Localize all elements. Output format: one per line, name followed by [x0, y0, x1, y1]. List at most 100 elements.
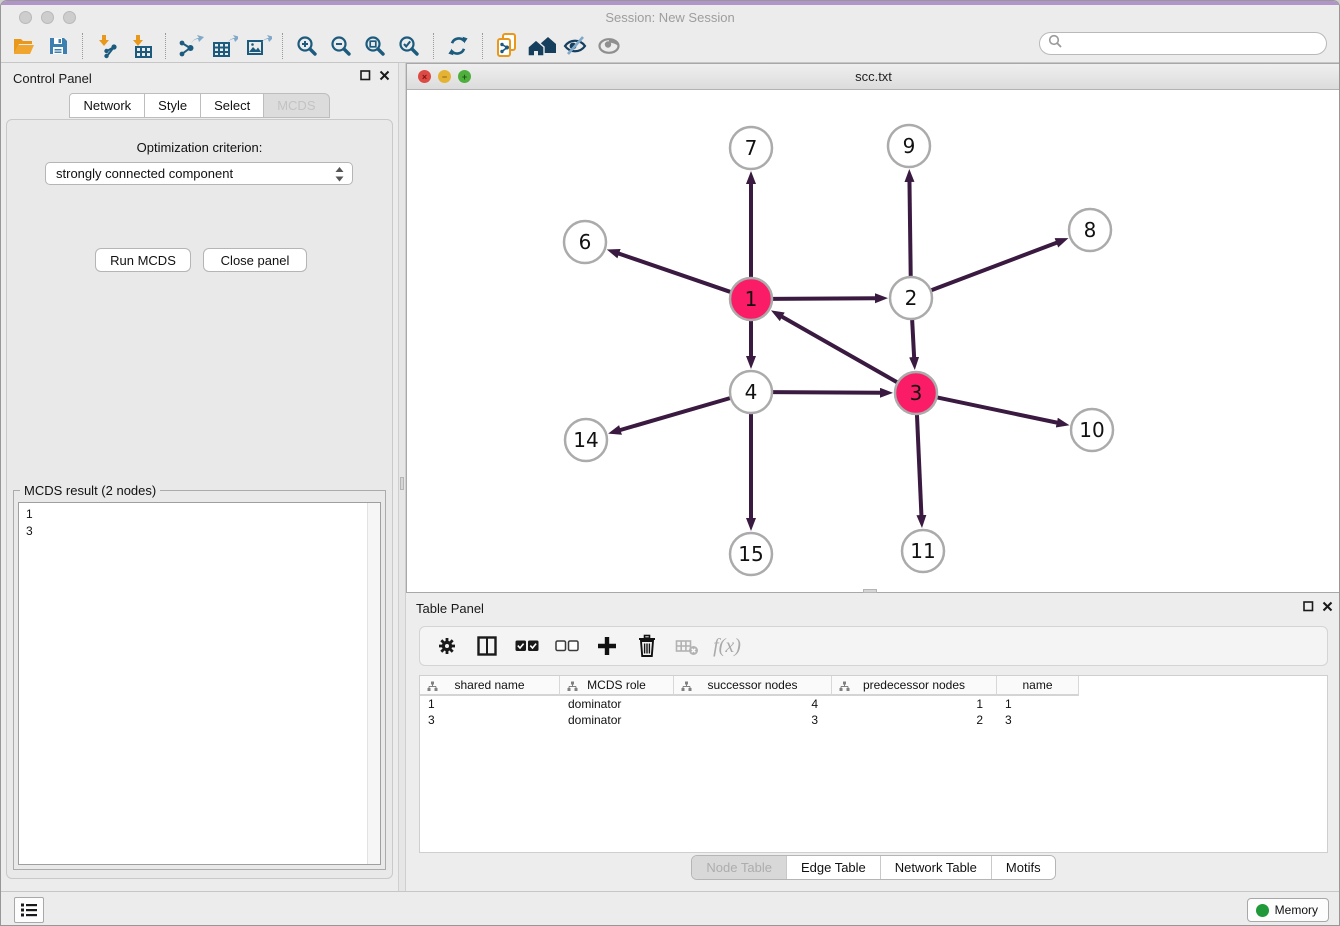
- graph-edge-1-6[interactable]: [617, 253, 731, 292]
- graph-edge-3-10[interactable]: [937, 397, 1059, 423]
- toolbar-separator: [482, 33, 483, 59]
- column-header-MCDS-role[interactable]: MCDS role: [560, 676, 674, 696]
- control-panel-tabbar: NetworkStyleSelectMCDS: [1, 93, 398, 118]
- task-history-button[interactable]: [14, 897, 44, 923]
- graph-node-label: 15: [738, 542, 763, 566]
- window-title: Session: New Session: [1, 10, 1339, 25]
- delete-table-icon[interactable]: [670, 630, 704, 662]
- table-cell[interactable]: 3: [674, 712, 832, 728]
- hide-graphics-details-icon[interactable]: [558, 32, 592, 60]
- tab-mcds[interactable]: MCDS: [264, 93, 329, 118]
- delete-row-icon[interactable]: [630, 630, 664, 662]
- float-table-panel-icon[interactable]: [1303, 601, 1314, 612]
- column-header-predecessor-nodes[interactable]: predecessor nodes: [832, 676, 997, 696]
- table-cell[interactable]: 1: [420, 696, 560, 712]
- table-cell[interactable]: 1: [997, 696, 1079, 712]
- export-image-icon[interactable]: [241, 32, 275, 60]
- graph-edge-4-14[interactable]: [619, 398, 731, 431]
- mcds-result-text[interactable]: 1 3: [18, 502, 381, 865]
- graph-node-label: 9: [903, 134, 916, 158]
- table-cell[interactable]: dominator: [560, 712, 674, 728]
- table-cell[interactable]: 3: [420, 712, 560, 728]
- table-cell[interactable]: 2: [832, 712, 997, 728]
- vertical-splitter[interactable]: [398, 63, 406, 891]
- table-cell[interactable]: 3: [997, 712, 1079, 728]
- save-session-icon[interactable]: [41, 32, 75, 60]
- tab-edge-table[interactable]: Edge Table: [786, 856, 880, 879]
- close-panel-icon[interactable]: [379, 70, 390, 81]
- toolbar-separator: [82, 33, 83, 59]
- show-columns-icon[interactable]: [470, 630, 504, 662]
- network-window-titlebar: × − + scc.txt: [407, 64, 1340, 90]
- network-window-title: scc.txt: [407, 69, 1340, 84]
- memory-button[interactable]: Memory: [1247, 898, 1329, 922]
- node-table[interactable]: shared nameMCDS rolesuccessor nodesprede…: [419, 675, 1328, 853]
- control-panel-title: Control Panel: [13, 71, 92, 86]
- run-mcds-button[interactable]: Run MCDS: [95, 248, 191, 272]
- graph-node-label: 11: [910, 539, 935, 563]
- tab-network-table[interactable]: Network Table: [880, 856, 991, 879]
- tab-network[interactable]: Network: [69, 93, 145, 118]
- graph-edge-1-2[interactable]: [772, 298, 877, 299]
- control-panel-header: Control Panel: [1, 63, 398, 91]
- select-all-checkboxes-icon[interactable]: [510, 630, 544, 662]
- refresh-icon[interactable]: [441, 32, 475, 60]
- home-view-icon[interactable]: [524, 32, 558, 60]
- deselect-all-checkboxes-icon[interactable]: [550, 630, 584, 662]
- close-table-panel-icon[interactable]: [1322, 601, 1333, 612]
- import-network-icon[interactable]: [90, 32, 124, 60]
- splitter-grip[interactable]: [400, 477, 404, 490]
- tab-node-table[interactable]: Node Table: [692, 856, 786, 879]
- zoom-selected-icon[interactable]: [392, 32, 426, 60]
- main-toolbar: [1, 29, 1339, 63]
- table-row[interactable]: 1dominator411: [420, 696, 1327, 712]
- table-options-icon[interactable]: [430, 630, 464, 662]
- search-field[interactable]: [1039, 32, 1327, 55]
- toolbar-separator: [165, 33, 166, 59]
- zoom-out-icon[interactable]: [324, 32, 358, 60]
- tab-select[interactable]: Select: [201, 93, 264, 118]
- float-panel-icon[interactable]: [360, 70, 371, 81]
- graph-node-label: 6: [579, 230, 592, 254]
- graph-edge-2-3[interactable]: [912, 319, 914, 359]
- application-window: Session: New Session: [0, 0, 1340, 926]
- table-cell[interactable]: 1: [832, 696, 997, 712]
- hierarchy-icon: [681, 681, 692, 695]
- search-input[interactable]: [1067, 37, 1326, 51]
- import-table-icon[interactable]: [124, 32, 158, 60]
- table-row[interactable]: 3dominator323: [420, 712, 1327, 728]
- graph-node-label: 1: [745, 287, 758, 311]
- add-row-icon[interactable]: [590, 630, 624, 662]
- table-cell[interactable]: 4: [674, 696, 832, 712]
- graph-edge-4-3[interactable]: [772, 392, 882, 393]
- graph-edge-2-8[interactable]: [931, 242, 1059, 290]
- column-header-shared-name[interactable]: shared name: [420, 676, 560, 696]
- table-cell[interactable]: dominator: [560, 696, 674, 712]
- network-canvas[interactable]: 7968124314101511: [407, 90, 1340, 592]
- toolbar-separator: [282, 33, 283, 59]
- export-network-icon[interactable]: [173, 32, 207, 60]
- tab-style[interactable]: Style: [145, 93, 201, 118]
- clone-network-icon[interactable]: [490, 32, 524, 60]
- mcds-result-group: MCDS result (2 nodes) 1 3: [13, 490, 386, 870]
- node-table-body: 1dominator4113dominator323: [420, 696, 1327, 728]
- mcds-result-title: MCDS result (2 nodes): [20, 483, 160, 498]
- table-panel: Table Panel: [406, 593, 1340, 891]
- zoom-in-icon[interactable]: [290, 32, 324, 60]
- graph-edge-3-1[interactable]: [781, 316, 898, 383]
- mcds-panel: Optimization criterion: strongly connect…: [6, 119, 393, 879]
- criterion-dropdown[interactable]: strongly connected component: [45, 162, 353, 185]
- column-header-name[interactable]: name: [997, 676, 1079, 696]
- export-table-icon[interactable]: [207, 32, 241, 60]
- tab-motifs[interactable]: Motifs: [991, 856, 1055, 879]
- zoom-fit-icon[interactable]: [358, 32, 392, 60]
- window-titlebar: Session: New Session: [1, 5, 1339, 29]
- graph-edge-2-9[interactable]: [909, 180, 910, 277]
- close-panel-button[interactable]: Close panel: [203, 248, 307, 272]
- function-builder-icon[interactable]: f(x): [710, 630, 744, 662]
- column-header-successor-nodes[interactable]: successor nodes: [674, 676, 832, 696]
- result-scrollbar[interactable]: [367, 503, 380, 864]
- graph-edge-3-11[interactable]: [917, 414, 922, 517]
- show-graphics-details-icon[interactable]: [592, 32, 626, 60]
- open-session-icon[interactable]: [7, 32, 41, 60]
